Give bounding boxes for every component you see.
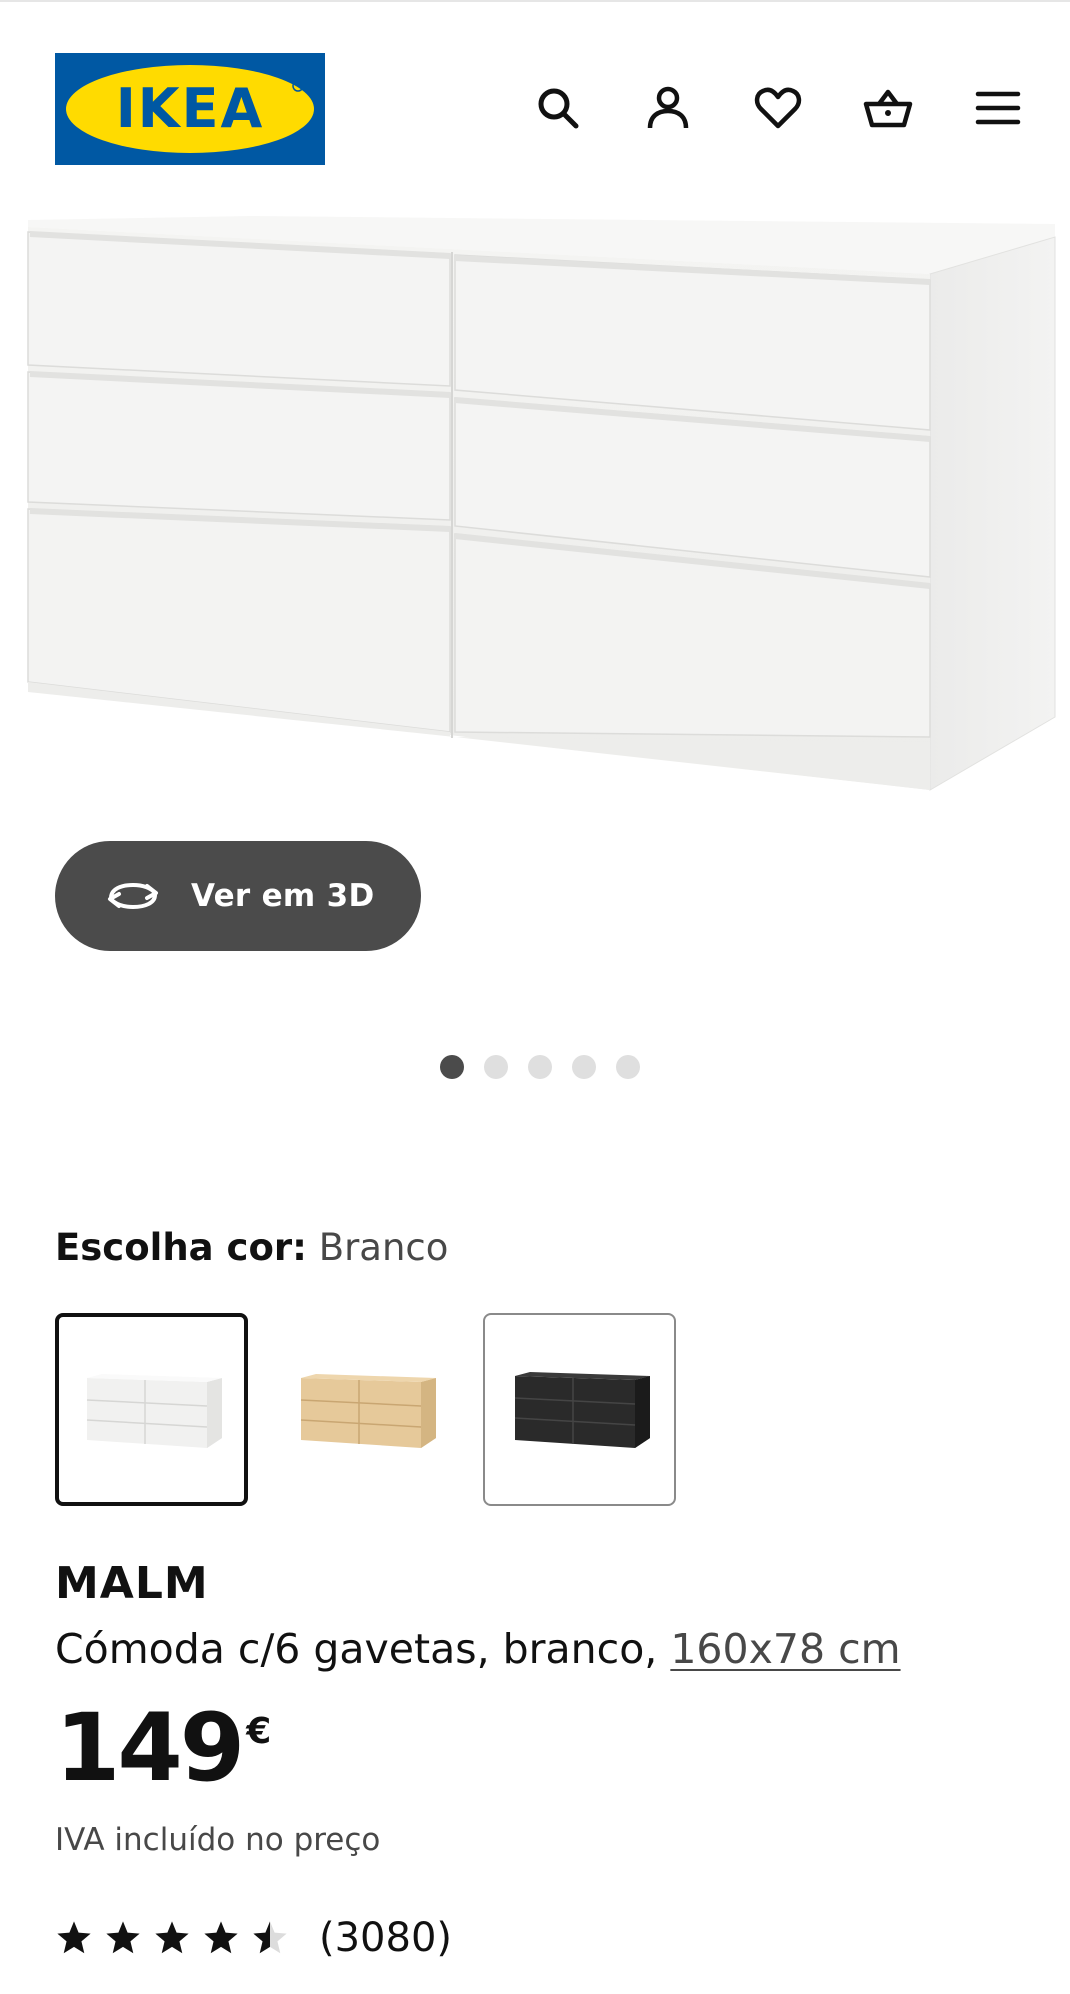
color-swatches (55, 1313, 676, 1506)
view-in-3d-label: Ver em 3D (191, 878, 375, 914)
product-price: 149 € (55, 1694, 272, 1803)
product-description-text: Cómoda c/6 gavetas, branco, (55, 1625, 671, 1673)
rating-count: (3080) (319, 1915, 453, 1961)
vat-note: IVA incluído no preço (55, 1822, 381, 1858)
rating-stars (55, 1919, 289, 1957)
menu-icon[interactable] (970, 80, 1026, 136)
product-size-link[interactable]: 160x78 cm (670, 1625, 900, 1673)
star-full-icon (204, 1921, 238, 1954)
star-full-icon (57, 1921, 91, 1954)
carousel-dot[interactable] (572, 1055, 596, 1079)
site-header: IKEA (0, 2, 1070, 212)
star-full-icon (155, 1921, 189, 1954)
heart-icon[interactable] (750, 80, 806, 136)
product-description: Cómoda c/6 gavetas, branco, 160x78 cm (55, 1625, 901, 1673)
carousel-dot[interactable] (528, 1055, 552, 1079)
rotate-3d-icon (108, 882, 158, 910)
star-full-icon (106, 1921, 140, 1954)
color-choice-value: Branco (318, 1226, 449, 1269)
price-amount: 149 (55, 1694, 245, 1803)
product-name: MALM (55, 1558, 209, 1609)
product-rating[interactable]: (3080) (55, 1915, 452, 1961)
product-image (27, 216, 1056, 791)
dresser-oak-thumbnail (300, 1373, 436, 1448)
view-in-3d-button[interactable]: Ver em 3D (55, 841, 421, 951)
dresser-black-thumbnail (514, 1371, 650, 1448)
product-image-carousel[interactable] (0, 212, 1070, 842)
carousel-dot[interactable] (616, 1055, 640, 1079)
swatch-black-brown[interactable] (483, 1313, 676, 1506)
star-half-icon (253, 1921, 287, 1954)
color-choice: Escolha cor: Branco (55, 1226, 448, 1269)
carousel-dot[interactable] (440, 1055, 464, 1079)
logo-text: IKEA (116, 77, 265, 140)
ikea-logo[interactable]: IKEA (55, 53, 325, 165)
user-icon[interactable] (640, 80, 696, 136)
carousel-indicator (440, 1055, 640, 1079)
basket-icon[interactable] (860, 80, 916, 136)
search-icon[interactable] (530, 80, 586, 136)
swatch-white[interactable] (55, 1313, 248, 1506)
swatch-oak[interactable] (269, 1313, 462, 1506)
price-currency: € (246, 1711, 272, 1752)
color-choice-label: Escolha cor: (55, 1226, 307, 1269)
dresser-white-thumbnail (86, 1373, 222, 1448)
carousel-dot[interactable] (484, 1055, 508, 1079)
